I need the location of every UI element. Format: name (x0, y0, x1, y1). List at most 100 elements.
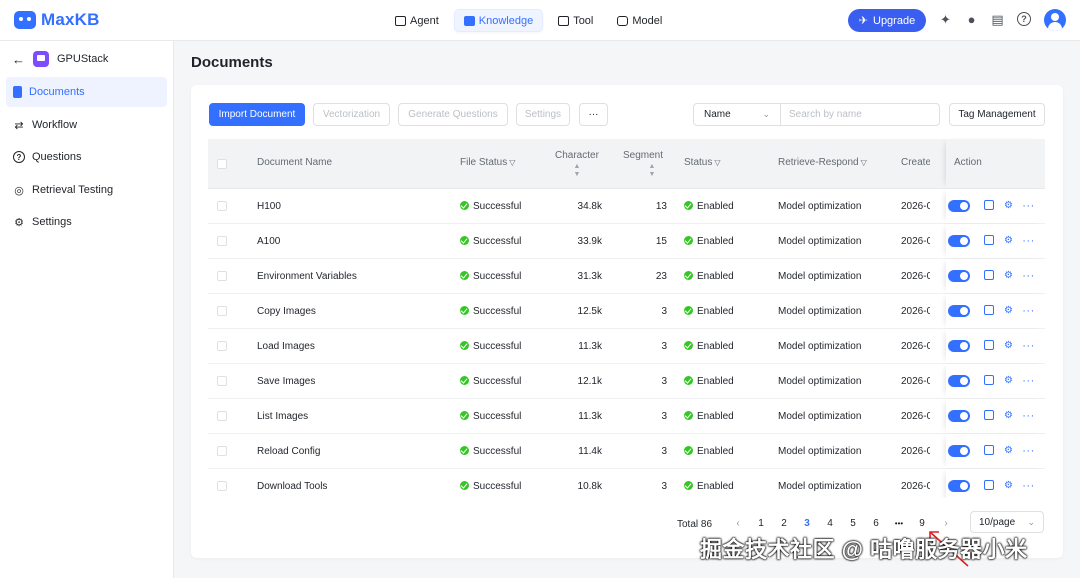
filter-icon[interactable]: ▽ (714, 158, 720, 167)
row-checkbox[interactable] (217, 271, 227, 281)
gear-icon[interactable]: ⚙ (1003, 340, 1014, 351)
enable-toggle[interactable] (948, 375, 970, 387)
enable-toggle[interactable] (948, 200, 970, 212)
more-icon[interactable]: ··· (1022, 235, 1034, 247)
more-icon[interactable]: ··· (1022, 270, 1034, 282)
sidebar-item-questions[interactable]: ? Questions (6, 142, 167, 172)
segment-icon[interactable] (984, 235, 994, 245)
gear-icon[interactable]: ⚙ (1003, 235, 1014, 246)
enable-toggle[interactable] (948, 270, 970, 282)
enable-toggle[interactable] (948, 235, 970, 247)
document-name[interactable]: Download Tools (257, 481, 327, 492)
gear-icon[interactable]: ⚙ (1003, 270, 1014, 281)
col-character[interactable]: Character ▲ ▼ (555, 150, 599, 179)
segment-icon[interactable] (984, 270, 994, 280)
sidebar-item-settings[interactable]: ⚙ Settings (6, 207, 167, 237)
search-input[interactable] (780, 103, 940, 126)
more-icon[interactable]: ··· (1022, 200, 1034, 212)
document-name[interactable]: List Images (257, 411, 308, 422)
more-icon[interactable]: ··· (1022, 410, 1034, 422)
nav-model[interactable]: Model (608, 9, 671, 32)
table-row[interactable]: Load Images Successful 11.3k 3 Enabled M… (208, 329, 1045, 364)
page-5[interactable]: 5 (845, 515, 861, 531)
segment-icon[interactable] (984, 410, 994, 420)
page-4[interactable]: 4 (822, 515, 838, 531)
more-actions-button[interactable]: ··· (579, 103, 608, 126)
row-checkbox[interactable] (217, 376, 227, 386)
table-row[interactable]: List Images Successful 11.3k 3 Enabled M… (208, 399, 1045, 434)
enable-toggle[interactable] (948, 480, 970, 492)
enable-toggle[interactable] (948, 340, 970, 352)
row-checkbox[interactable] (217, 481, 227, 491)
table-row[interactable]: A100 Successful 33.9k 15 Enabled Model o… (208, 224, 1045, 259)
nav-agent[interactable]: Agent (386, 9, 448, 32)
help-icon[interactable]: ? (1017, 12, 1031, 26)
docs-icon[interactable]: ▤ (990, 12, 1005, 27)
filter-icon[interactable]: ▽ (509, 158, 515, 167)
sidebar-item-documents[interactable]: Documents (6, 77, 167, 107)
document-name[interactable]: Copy Images (257, 306, 316, 317)
document-name[interactable]: A100 (257, 236, 280, 247)
sort-icon[interactable]: ▲ ▼ (641, 163, 663, 179)
prev-page-icon[interactable]: ‹ (730, 515, 746, 531)
nav-tool[interactable]: Tool (549, 9, 602, 32)
gear-icon[interactable]: ⚙ (1003, 410, 1014, 421)
segment-icon[interactable] (984, 480, 994, 490)
tools-icon[interactable]: ✦ (938, 12, 953, 27)
row-checkbox[interactable] (217, 341, 227, 351)
sidebar-item-retrieval-testing[interactable]: ◎ Retrieval Testing (6, 175, 167, 205)
gear-icon[interactable]: ⚙ (1003, 375, 1014, 386)
table-row[interactable]: Download Tools Successful 10.8k 3 Enable… (208, 469, 1045, 498)
gear-icon[interactable]: ⚙ (1003, 305, 1014, 316)
page-2[interactable]: 2 (776, 515, 792, 531)
col-segment[interactable]: Segment ▲ ▼ (623, 150, 663, 179)
segment-icon[interactable] (984, 200, 994, 210)
more-icon[interactable]: ··· (1022, 375, 1034, 387)
enable-toggle[interactable] (948, 410, 970, 422)
document-name[interactable]: Save Images (257, 376, 315, 387)
segment-icon[interactable] (984, 445, 994, 455)
settings-button[interactable]: Settings (516, 103, 570, 126)
table-row[interactable]: Environment Variables Successful 31.3k 2… (208, 259, 1045, 294)
col-retrieve-respond[interactable]: Retrieve-Respond ▽ (778, 157, 867, 168)
row-checkbox[interactable] (217, 411, 227, 421)
row-checkbox[interactable] (217, 236, 227, 246)
tag-management-button[interactable]: Tag Management (949, 103, 1045, 126)
more-icon[interactable]: ··· (1022, 340, 1034, 352)
gear-icon[interactable]: ⚙ (1003, 480, 1014, 491)
enable-toggle[interactable] (948, 305, 970, 317)
page-3[interactable]: 3 (799, 515, 815, 531)
page-6[interactable]: 6 (868, 515, 884, 531)
page-ellipsis[interactable]: ••• (891, 515, 907, 531)
table-row[interactable]: Copy Images Successful 12.5k 3 Enabled M… (208, 294, 1045, 329)
page-1[interactable]: 1 (753, 515, 769, 531)
nav-knowledge[interactable]: Knowledge (453, 9, 544, 32)
user-avatar[interactable] (1044, 9, 1066, 31)
gear-icon[interactable]: ⚙ (1003, 445, 1014, 456)
app-logo[interactable]: MaxKB (14, 10, 100, 30)
gear-icon[interactable]: ⚙ (1003, 200, 1014, 211)
row-checkbox[interactable] (217, 306, 227, 316)
sort-icon[interactable]: ▲ ▼ (555, 163, 599, 179)
more-icon[interactable]: ··· (1022, 445, 1034, 457)
table-row[interactable]: Reload Config Successful 11.4k 3 Enabled… (208, 434, 1045, 469)
more-icon[interactable]: ··· (1022, 305, 1034, 317)
sidebar-item-workflow[interactable]: ⇄ Workflow (6, 110, 167, 140)
col-file-status[interactable]: File Status ▽ (460, 157, 515, 168)
segment-icon[interactable] (984, 305, 994, 315)
document-name[interactable]: Load Images (257, 341, 315, 352)
select-all-checkbox[interactable] (217, 159, 227, 169)
document-name[interactable]: Environment Variables (257, 271, 357, 282)
document-name[interactable]: Reload Config (257, 446, 320, 457)
segment-icon[interactable] (984, 340, 994, 350)
col-status[interactable]: Status ▽ (684, 157, 721, 168)
generate-questions-button[interactable]: Generate Questions (398, 103, 508, 126)
table-row[interactable]: H100 Successful 34.8k 13 Enabled Model o… (208, 189, 1045, 224)
github-icon[interactable]: ● (964, 12, 979, 27)
back-arrow-icon[interactable]: ← (12, 52, 25, 67)
document-name[interactable]: H100 (257, 201, 281, 212)
vectorization-button[interactable]: Vectorization (313, 103, 390, 126)
row-checkbox[interactable] (217, 446, 227, 456)
import-document-button[interactable]: Import Document (209, 103, 305, 126)
upgrade-button[interactable]: ✈ Upgrade (848, 9, 926, 32)
